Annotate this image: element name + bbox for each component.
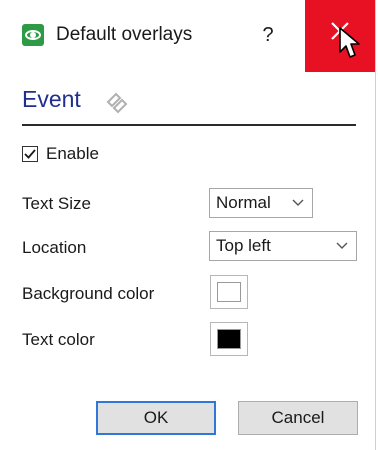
- close-button[interactable]: [305, 0, 375, 72]
- text-size-value: Normal: [216, 193, 271, 212]
- cancel-button[interactable]: Cancel: [238, 401, 358, 435]
- enable-label: Enable: [46, 144, 99, 163]
- text-color-swatch[interactable]: [210, 322, 248, 356]
- location-value: Top left: [216, 236, 271, 255]
- section-divider: [22, 124, 356, 126]
- location-select[interactable]: Top left: [209, 231, 357, 261]
- checkmark-icon: [24, 149, 36, 159]
- title-bar: Default overlays ?: [0, 0, 375, 72]
- background-color-label: Background color: [22, 284, 155, 303]
- location-label: Location: [22, 238, 87, 257]
- background-color-preview: [217, 282, 241, 302]
- enable-checkbox[interactable]: [22, 146, 38, 162]
- section-title: Event: [22, 86, 81, 112]
- mouse-pointer-icon: [339, 27, 360, 58]
- window-title: Default overlays: [56, 24, 193, 45]
- text-color-label: Text color: [22, 330, 95, 349]
- text-size-label: Text Size: [22, 194, 91, 213]
- background-color-swatch[interactable]: [210, 275, 248, 309]
- text-size-select[interactable]: Normal: [209, 188, 313, 218]
- link-icon: [106, 92, 128, 114]
- eye-icon: [22, 24, 44, 46]
- chevron-down-icon: [336, 242, 348, 249]
- chevron-down-icon: [292, 199, 304, 206]
- default-overlays-dialog: Default overlays ? Event Enable Text Siz…: [0, 0, 376, 450]
- text-color-preview: [217, 329, 241, 349]
- ok-button[interactable]: OK: [96, 401, 216, 435]
- help-button[interactable]: ?: [253, 20, 283, 50]
